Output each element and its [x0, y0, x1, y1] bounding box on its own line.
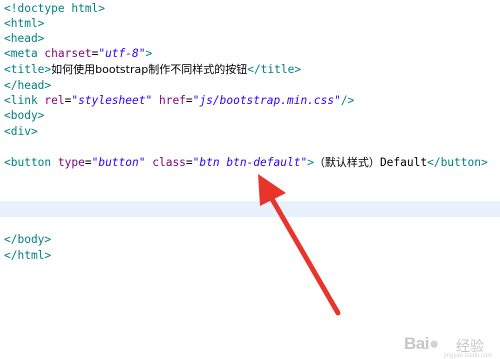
baidu-jingyan-watermark: Bai● 经验 jingyan.baidu.com — [404, 334, 496, 359]
watermark-logo: Bai● — [404, 334, 439, 353]
annotation-arrow — [258, 174, 341, 316]
watermark-url: jingyan.baidu.com — [444, 353, 493, 359]
paw-icon: ● — [428, 334, 439, 353]
arrow-shaft — [265, 189, 341, 316]
